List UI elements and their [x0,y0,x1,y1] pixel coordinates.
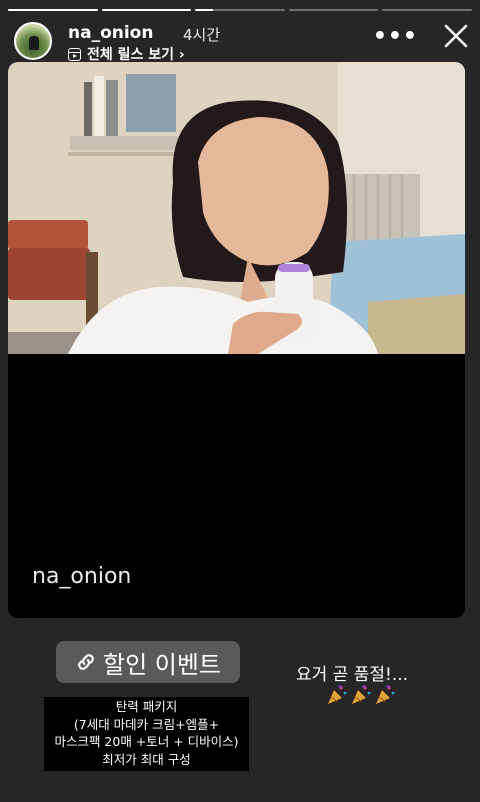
progress-segment [101,9,192,11]
story-progress-bar [8,9,472,11]
reels-icon [68,47,81,61]
post-caption-username: na_onion [32,564,132,589]
reel-post-card[interactable]: na_onion [8,62,465,618]
package-info-text-box: 탄력 패키지 (7세대 마데카 크림+엠플+ 마스크팩 20매 +토너 + 디바… [44,697,249,771]
avatar[interactable] [14,22,52,60]
link-icon [78,654,94,670]
progress-segment [8,9,98,11]
more-dots-icon[interactable]: ••• [373,24,418,49]
progress-segment [195,9,285,11]
username[interactable]: na_onion [68,23,153,43]
progress-segment [288,9,379,11]
party-popper-icon [376,685,395,704]
package-info-line: 최저가 최대 구성 [102,751,191,767]
reels-link-label: 전체 릴스 보기 › [87,47,185,63]
link-sticker-label: 할인 이벤트 [102,650,222,679]
close-icon[interactable] [442,22,470,50]
time-ago: 4시간 [183,26,221,44]
progress-segment [382,9,472,11]
reel-video-thumbnail[interactable] [8,62,465,354]
view-all-reels-link[interactable]: 전체 릴스 보기 › [68,44,185,64]
package-info-line: 탄력 패키지 [115,699,178,714]
package-info-line: (7세대 마데카 크림+엠플+ [73,716,220,732]
package-info-line: 마스크팩 20매 +토너 + 디바이스) [54,734,239,749]
party-popper-icon [352,685,371,704]
party-popper-emojis [326,684,396,706]
link-sticker[interactable]: 할인 이벤트 [56,641,240,683]
story-header: na_onion 4시간 전체 릴스 보기 › ••• [0,18,480,64]
sold-out-soon-text: 요거 곧 품절!... [296,665,409,685]
party-popper-icon [328,685,347,704]
